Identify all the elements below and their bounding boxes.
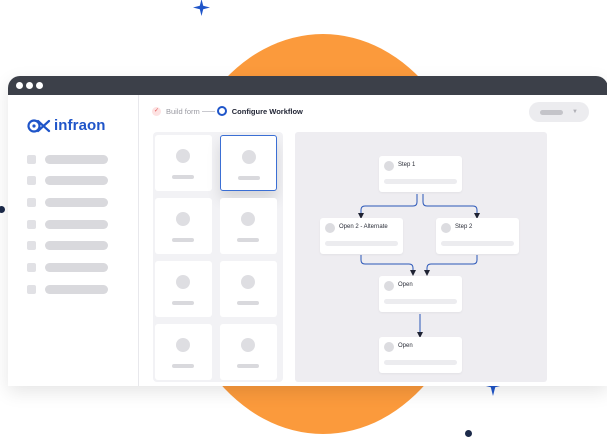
node-detail-placeholder xyxy=(384,179,457,184)
card-label-placeholder xyxy=(237,301,259,305)
step-build-form[interactable]: Build form xyxy=(166,107,200,116)
options-dropdown[interactable]: ▼ xyxy=(529,102,589,122)
node-icon-placeholder xyxy=(384,161,394,171)
window-titlebar xyxy=(8,76,607,95)
palette-card[interactable] xyxy=(220,261,277,317)
workflow-node-open-2-alternate[interactable]: Open 2 - Alternate xyxy=(320,218,403,254)
card-label-placeholder xyxy=(238,176,260,180)
card-label-placeholder xyxy=(172,301,194,305)
sidebar-item[interactable] xyxy=(27,241,108,250)
workflow-node-open[interactable]: Open xyxy=(379,276,462,312)
window-dot[interactable] xyxy=(16,82,23,89)
workflow-node-step-2[interactable]: Step 2 xyxy=(436,218,519,254)
sidebar-item-icon xyxy=(27,241,36,250)
sidebar-item-placeholder xyxy=(45,198,108,207)
app-window: infraon ✓ Build form Configure Workflow … xyxy=(8,76,607,386)
decor-dot xyxy=(465,430,472,437)
sidebar-item[interactable] xyxy=(27,220,108,229)
sidebar-item[interactable] xyxy=(27,155,108,164)
palette-card[interactable] xyxy=(155,261,212,317)
node-icon-placeholder xyxy=(384,281,394,291)
card-icon-placeholder xyxy=(241,275,255,289)
stepper: ✓ Build form Configure Workflow xyxy=(152,106,303,116)
node-label: Step 2 xyxy=(455,224,473,230)
sidebar-item[interactable] xyxy=(27,263,108,272)
card-icon-placeholder xyxy=(241,338,255,352)
node-detail-placeholder xyxy=(325,241,398,246)
card-icon-placeholder xyxy=(176,275,190,289)
palette-card-selected[interactable] xyxy=(220,135,277,191)
sidebar-item-placeholder xyxy=(45,220,108,229)
node-icon-placeholder xyxy=(384,342,394,352)
card-label-placeholder xyxy=(172,364,194,368)
card-icon-placeholder xyxy=(241,212,255,226)
ring-icon xyxy=(216,106,227,116)
logo-text: infraon xyxy=(54,117,106,134)
sidebar-item-placeholder xyxy=(45,263,108,272)
node-detail-placeholder xyxy=(384,360,457,365)
connector-step1-open2alt xyxy=(358,194,418,219)
node-label: Open 2 - Alternate xyxy=(339,224,388,230)
window-dot[interactable] xyxy=(36,82,43,89)
sidebar-item-placeholder xyxy=(45,155,108,164)
step-configure-workflow[interactable]: Configure Workflow xyxy=(232,107,303,116)
node-icon-placeholder xyxy=(441,223,451,233)
star-icon xyxy=(193,0,210,16)
card-label-placeholder xyxy=(237,364,259,368)
card-label-placeholder xyxy=(172,238,194,242)
workflow-node-step-1[interactable]: Step 1 xyxy=(379,156,462,192)
palette-card[interactable] xyxy=(155,135,212,191)
card-icon-placeholder xyxy=(242,150,256,164)
node-detail-placeholder xyxy=(441,241,514,246)
sidebar-item-icon xyxy=(27,176,36,185)
palette-card[interactable] xyxy=(220,324,277,380)
node-icon-placeholder xyxy=(325,223,335,233)
sidebar-item[interactable] xyxy=(27,176,108,185)
dropdown-value-placeholder xyxy=(540,109,563,115)
palette-card[interactable] xyxy=(220,198,277,254)
component-palette xyxy=(153,132,283,382)
logo[interactable]: infraon xyxy=(27,117,106,134)
card-icon-placeholder xyxy=(176,149,190,163)
card-label-placeholder xyxy=(172,175,194,179)
sidebar-item-icon xyxy=(27,263,36,272)
step-connector xyxy=(201,110,215,112)
node-detail-placeholder xyxy=(384,299,457,304)
palette-card[interactable] xyxy=(155,324,212,380)
infraon-logo-icon xyxy=(27,118,51,133)
card-label-placeholder xyxy=(237,238,259,242)
check-icon: ✓ xyxy=(152,106,161,116)
sidebar-item-icon xyxy=(27,220,36,229)
workflow-node-open[interactable]: Open xyxy=(379,337,462,373)
sidebar-item-icon xyxy=(27,155,36,164)
node-label: Open xyxy=(398,343,413,349)
workflow-canvas[interactable]: Step 1 Open 2 - Alternate Step 2 Open Op… xyxy=(295,132,547,382)
connector-step2-open xyxy=(424,255,478,276)
sidebar-item[interactable] xyxy=(27,285,108,294)
node-label: Step 1 xyxy=(398,162,416,168)
chevron-down-icon: ▼ xyxy=(572,109,578,115)
palette-card[interactable] xyxy=(155,198,212,254)
window-dot[interactable] xyxy=(26,82,33,89)
sidebar-item-placeholder xyxy=(45,241,108,250)
decor-dot xyxy=(0,206,5,213)
connector-step1-step2 xyxy=(422,194,480,219)
node-label: Open xyxy=(398,282,413,288)
sidebar-item-icon xyxy=(27,285,36,294)
sidebar-item-placeholder xyxy=(45,176,108,185)
sidebar-item[interactable] xyxy=(27,198,108,207)
sidebar-item-icon xyxy=(27,198,36,207)
connector-open2alt-open xyxy=(360,255,416,276)
sidebar: infraon xyxy=(8,95,139,386)
card-icon-placeholder xyxy=(176,212,190,226)
card-icon-placeholder xyxy=(176,338,190,352)
sidebar-item-placeholder xyxy=(45,285,108,294)
